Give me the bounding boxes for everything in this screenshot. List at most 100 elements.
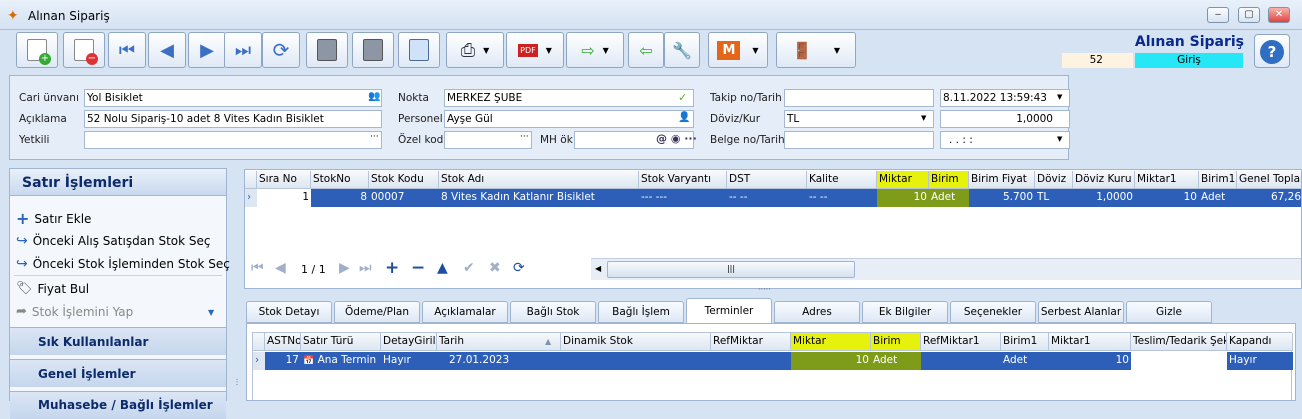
cell[interactable]: 1,0000 — [1073, 189, 1135, 207]
cancel-icon[interactable]: ✖ — [489, 260, 501, 276]
col-header[interactable]: Miktar — [877, 171, 929, 189]
new-doc-button[interactable]: + — [16, 32, 58, 68]
tab-odeme-plan[interactable]: Ödeme/Plan — [334, 301, 420, 323]
cell[interactable]: 8 Vites Kadın Katlanır Bisiklet — [439, 189, 639, 207]
col-header[interactable]: Birim Fiyat — [969, 171, 1035, 189]
cell[interactable]: Hayır — [1227, 352, 1293, 370]
exit-button[interactable]: 🚪 ▼ — [776, 32, 856, 68]
preview-button[interactable] — [398, 32, 440, 68]
help-button[interactable]: ? — [1254, 34, 1290, 68]
cell[interactable]: 5.700 — [969, 189, 1035, 207]
tab-serbest-alanlar[interactable]: Serbest Alanlar — [1038, 301, 1124, 323]
chevron-down-icon[interactable]: ▼ — [208, 308, 214, 317]
print-button[interactable]: ⎙ ▼ — [446, 32, 504, 68]
aciklama-field[interactable]: 52 Nolu Sipariş-10 adet 8 Vites Kadın Bi… — [84, 110, 382, 128]
belge-field[interactable] — [784, 131, 934, 149]
col-header[interactable]: Stok Adı — [439, 171, 639, 189]
edit-row-icon[interactable]: ▲ — [437, 260, 448, 276]
prev-record-button[interactable]: ◀ — [148, 32, 186, 68]
scroll-thumb[interactable]: ||| — [607, 261, 855, 278]
ozelkod-field[interactable] — [444, 131, 532, 149]
pdf-button[interactable]: PDF ▼ — [506, 32, 564, 68]
tab-gizle[interactable]: Gizle — [1126, 301, 1212, 323]
col-header[interactable]: Teslim/Tedarik Şekli — [1131, 333, 1227, 351]
nokta-field[interactable]: MERKEZ ŞUBE — [444, 89, 694, 107]
tab-adres[interactable]: Adres — [774, 301, 860, 323]
cell[interactable]: Adet — [1001, 352, 1049, 370]
cell[interactable]: --- --- — [639, 189, 727, 207]
col-header[interactable]: Satır Türü — [301, 333, 381, 351]
delete-doc-button[interactable]: − — [63, 32, 105, 68]
refresh-button[interactable]: ⟳ — [262, 32, 300, 68]
doviz-select[interactable]: TL — [784, 110, 934, 128]
maximize-button[interactable]: ▢ — [1238, 7, 1260, 23]
group-genel-islemler[interactable]: Genel İşlemler — [10, 359, 226, 387]
group-sik-kullanilanlar[interactable]: Sık Kullanılanlar — [10, 327, 226, 355]
prev-page-icon[interactable]: ◀ — [275, 260, 286, 276]
first-page-icon[interactable]: ⏮ — [251, 260, 264, 276]
cari-field[interactable]: Yol Bisiklet — [84, 89, 382, 107]
col-header[interactable]: StokNo — [311, 171, 369, 189]
cell[interactable]: Adet — [871, 352, 921, 370]
cell[interactable]: Adet — [1199, 189, 1237, 207]
cell[interactable]: 27.01.2023 — [437, 352, 561, 370]
col-header[interactable]: Sıra No — [257, 171, 311, 189]
belge-date-field[interactable]: . . : : — [940, 131, 1070, 149]
col-header[interactable]: Döviz Kuru — [1073, 171, 1135, 189]
personel-field[interactable]: Ayşe Gül — [444, 110, 694, 128]
cell[interactable] — [921, 352, 1001, 370]
tools-button[interactable]: 🔧 — [664, 32, 700, 68]
cell[interactable]: 10 — [1049, 352, 1131, 370]
next-record-button[interactable]: ▶ — [188, 32, 226, 68]
cell[interactable]: 67,26 — [1237, 189, 1301, 207]
col-header[interactable]: RefMiktar1 — [921, 333, 1001, 351]
sidebar-item-fiyat-bul[interactable]: 🏷 Fiyat Bul — [16, 281, 89, 296]
minimize-button[interactable]: ‒ — [1207, 7, 1229, 23]
col-header[interactable]: Stok Varyantı — [639, 171, 727, 189]
horizontal-scrollbar[interactable]: ◀ ||| — [591, 258, 1301, 280]
next-page-icon[interactable]: ▶ — [339, 260, 350, 276]
cell[interactable]: -- -- — [807, 189, 877, 207]
scroll-left-icon[interactable]: ◀ — [595, 264, 601, 273]
group-muhasebe[interactable]: Muhasebe / Bağlı İşlemler — [10, 391, 226, 419]
confirm-icon[interactable]: ✔ — [463, 260, 475, 276]
cell[interactable]: 10 — [1135, 189, 1199, 207]
last-record-button[interactable]: ⏭ — [224, 32, 262, 68]
tab-terminler[interactable]: Terminler — [686, 298, 772, 324]
col-header[interactable]: Miktar1 — [1135, 171, 1199, 189]
tab-secenekler[interactable]: Seçenekler — [950, 301, 1036, 323]
close-button[interactable]: ✕ — [1268, 7, 1290, 23]
sidebar-item-onceki-stok[interactable]: ↪ Önceki Stok İşleminden Stok Seç — [16, 256, 230, 272]
remove-row-icon[interactable]: − — [411, 258, 425, 278]
cell[interactable]: Hayır — [381, 352, 437, 370]
cell[interactable]: 10 — [877, 189, 929, 207]
col-header[interactable]: Kapandı — [1227, 333, 1293, 351]
cancel-save-button[interactable] — [352, 32, 394, 68]
col-header[interactable]: DetayGirile — [381, 333, 437, 351]
col-header[interactable]: Kalite — [807, 171, 877, 189]
col-header[interactable]: DST — [727, 171, 807, 189]
col-header[interactable]: Miktar1 — [1049, 333, 1131, 351]
cell[interactable] — [1131, 352, 1227, 370]
m-button[interactable]: M ▼ — [708, 32, 768, 68]
cell[interactable]: 17 — [265, 352, 301, 370]
tab-bagli-islem[interactable]: Bağlı İşlem — [598, 301, 684, 323]
add-row-icon[interactable]: + — [385, 258, 399, 278]
col-header[interactable]: Birim1 — [1001, 333, 1049, 351]
takip-field[interactable] — [784, 89, 934, 107]
col-header[interactable]: Döviz — [1035, 171, 1073, 189]
col-header[interactable]: RefMiktar — [711, 333, 791, 351]
import-button[interactable]: ⇦ — [628, 32, 664, 68]
sidebar-item-stok-islemi[interactable]: ➦ Stok İşlemini Yap — [16, 304, 133, 319]
col-header[interactable]: Birim1 — [1199, 171, 1237, 189]
cell[interactable]: Adet — [929, 189, 969, 207]
col-header[interactable]: Miktar — [791, 333, 871, 351]
panel-splitter[interactable]: ····· — [758, 285, 771, 294]
tab-stok-detayi[interactable]: Stok Detayı — [246, 301, 332, 323]
tab-aciklamalar[interactable]: Açıklamalar — [422, 301, 508, 323]
tab-bagli-stok[interactable]: Bağlı Stok — [510, 301, 596, 323]
refresh-icon[interactable]: ⟳ — [513, 260, 525, 276]
col-header[interactable]: Birim — [929, 171, 969, 189]
save-button[interactable] — [306, 32, 348, 68]
col-header[interactable]: Stok Kodu — [369, 171, 439, 189]
